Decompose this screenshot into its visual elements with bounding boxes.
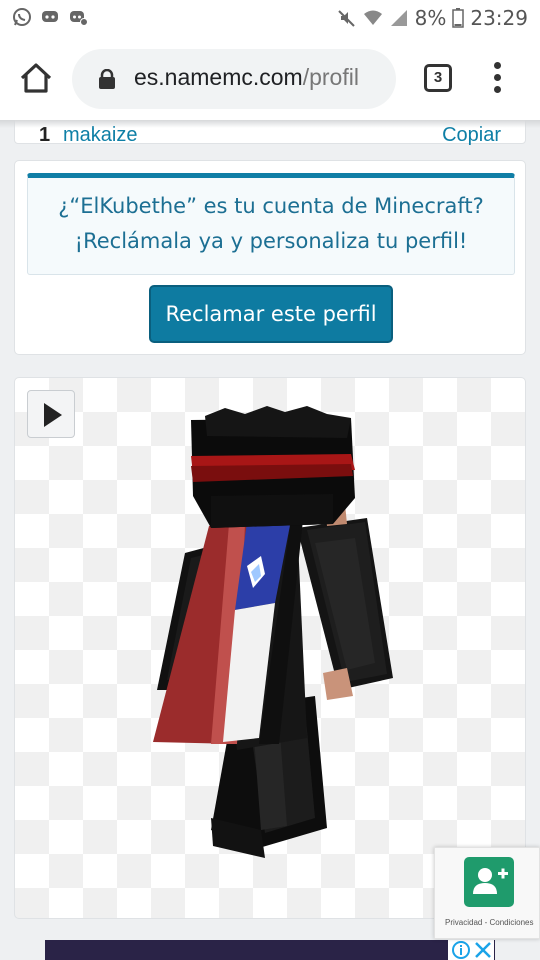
play-icon <box>44 403 62 427</box>
claim-alert: ¿“ElKubethe” es tu cuenta de Minecraft? … <box>27 173 515 275</box>
web-page: 1 makaize Copiar ¿“ElKubethe” es tu cuen… <box>0 120 540 960</box>
clock: 23:29 <box>470 6 528 30</box>
url-path: /profil <box>302 64 359 90</box>
toolbar-shadow <box>0 120 540 128</box>
skin-render[interactable] <box>15 378 526 919</box>
mute-icon <box>337 10 355 27</box>
discord-icon <box>42 11 58 22</box>
address-bar[interactable]: es.namemc.com/profil <box>72 49 396 109</box>
discord-icon <box>70 11 88 26</box>
claim-question: ¿“ElKubethe” es tu cuenta de Minecraft? <box>58 194 484 218</box>
ad-controls[interactable] <box>448 940 494 960</box>
ad-banner[interactable] <box>45 940 495 960</box>
add-friend-button[interactable] <box>464 857 514 907</box>
overflow-menu-icon[interactable] <box>490 62 504 96</box>
ad-close-icon[interactable] <box>472 940 494 960</box>
lock-icon <box>99 69 115 89</box>
tab-switcher-button[interactable]: 3 <box>424 64 452 92</box>
claim-invite: ¡Reclámala ya y personaliza tu perfil! <box>74 229 468 253</box>
skin-viewer[interactable] <box>14 377 526 919</box>
url-text: es.namemc.com/profil <box>134 64 359 91</box>
play-animation-button[interactable] <box>27 390 75 438</box>
battery-percent: 8% <box>414 6 447 30</box>
recaptcha-links[interactable]: Privacidad - Condiciones <box>445 918 534 927</box>
browser-toolbar: es.namemc.com/profil 3 <box>0 38 540 120</box>
url-domain: es.namemc.com <box>134 64 303 90</box>
notification-icons <box>12 7 88 27</box>
system-status: 8% 23:29 <box>337 6 528 30</box>
wifi-icon <box>363 10 382 25</box>
battery-icon <box>452 8 465 28</box>
ad-info-icon[interactable] <box>450 940 472 960</box>
add-friend-icon <box>473 868 508 894</box>
status-bar: 8% 23:29 <box>0 0 540 38</box>
claim-profile-card: ¿“ElKubethe” es tu cuenta de Minecraft? … <box>14 160 526 355</box>
home-icon[interactable] <box>18 60 54 96</box>
signal-icon <box>390 10 407 26</box>
whatsapp-icon <box>13 8 31 26</box>
claim-profile-button[interactable]: Reclamar este perfil <box>149 285 393 343</box>
